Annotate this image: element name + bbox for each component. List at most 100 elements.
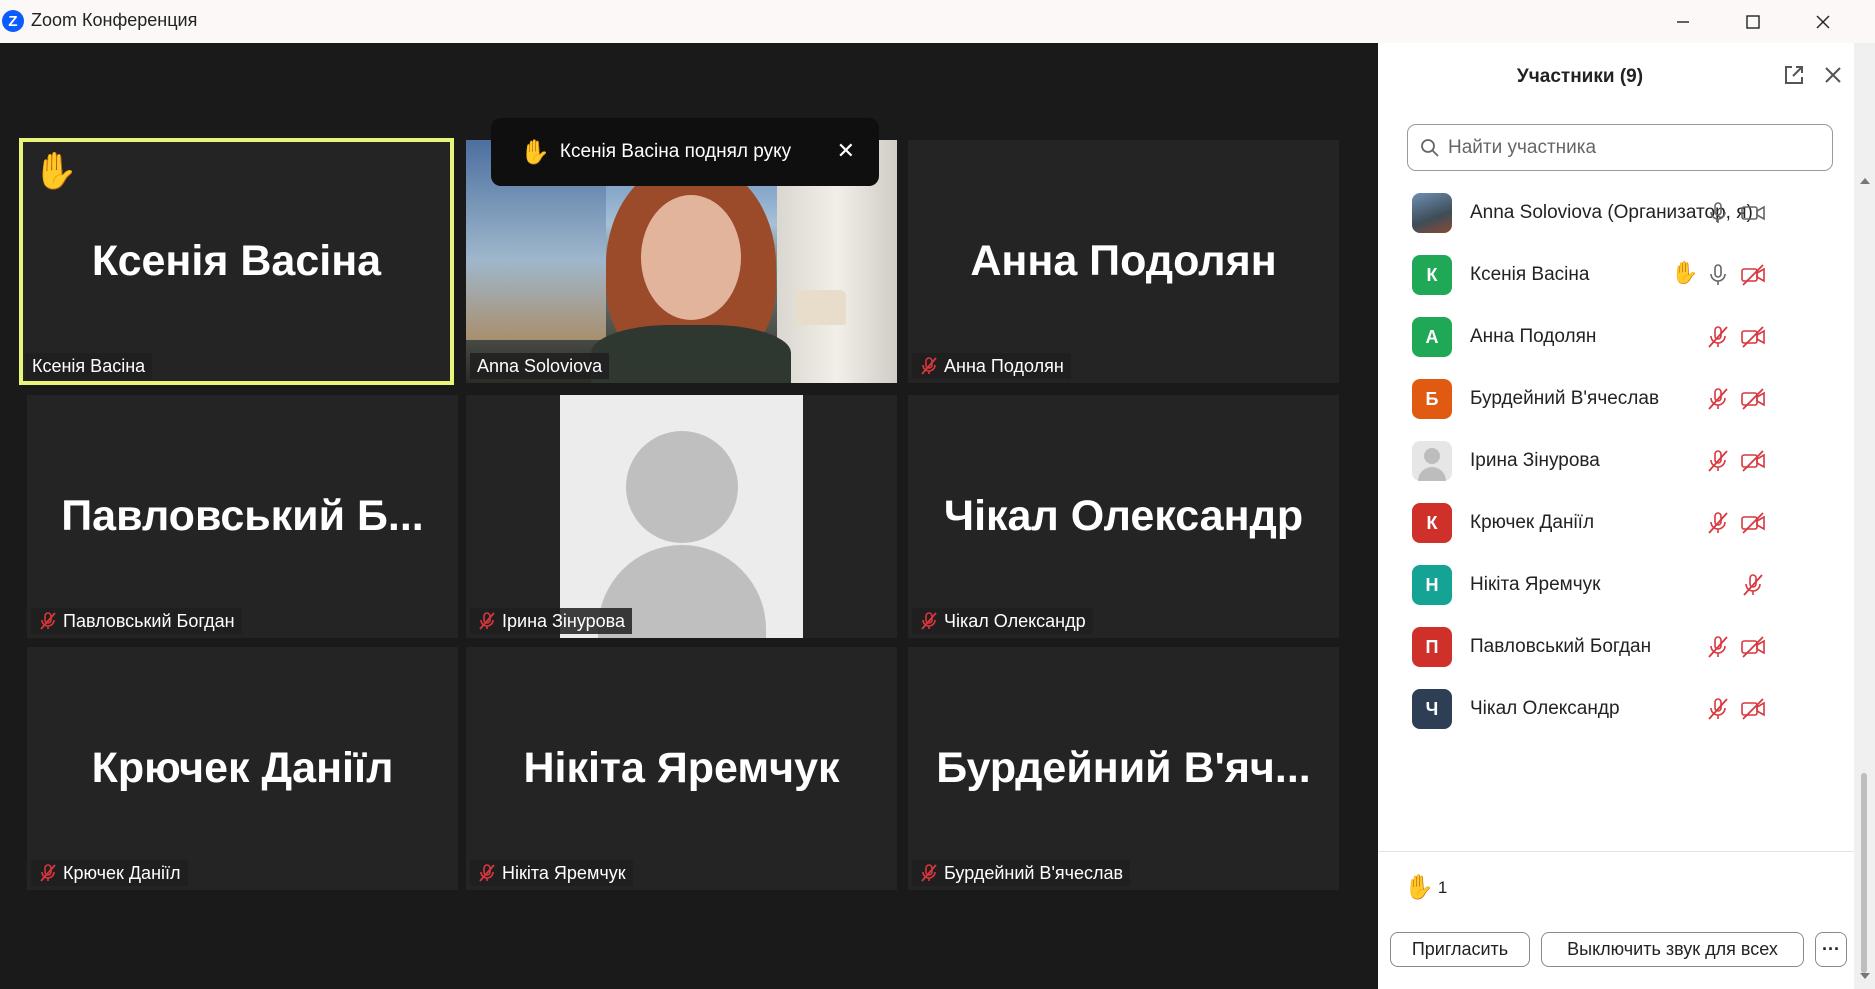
camera-off-icon[interactable] [1740,634,1766,660]
tile-label-text: Чікал Олександр [944,610,1086,631]
scrollbar[interactable] [1854,43,1875,989]
video-tile[interactable]: Ірина Зінурова [466,395,897,638]
camera-off-icon[interactable] [1740,510,1766,536]
tile-label-text: Ксенія Васіна [32,355,146,376]
video-tile[interactable]: Чікал Олександр Чікал Олександр [908,395,1339,638]
camera-icon[interactable] [1740,200,1766,226]
tile-name-label: Нікіта Яремчук [470,860,633,886]
participant-name: Бурдейний В'ячеслав [1470,388,1660,409]
participant-row[interactable]: К Ксенія Васіна ✋ [1378,244,1854,306]
tile-name-label: Павловський Богдан [31,608,242,634]
participant-list: Anna Soloviova (Организатор, я) К Ксенія… [1378,182,1854,740]
mic-icon[interactable] [1705,200,1731,226]
raised-hands-counter[interactable]: ✋ 1 [1404,873,1447,902]
participant-row[interactable]: Ч Чікал Олександр [1378,678,1854,740]
camera-off-icon[interactable] [1740,324,1766,350]
mic-muted-icon[interactable] [1705,696,1731,722]
avatar [1412,193,1452,233]
tile-label-text: Бурдейний В'ячеслав [944,862,1124,883]
tile-name-label: Крючек Даніїл [31,860,188,886]
search-box [1407,124,1833,171]
close-icon [1825,67,1841,83]
mic-muted-icon[interactable] [1705,448,1731,474]
video-tile[interactable]: Нікіта Яремчук Нікіта Яремчук [466,647,897,890]
avatar: К [1412,503,1452,543]
participant-row[interactable]: Н Нікіта Яремчук [1378,554,1854,616]
panel-title: Участники (9) [1516,66,1644,87]
video-tile[interactable]: Крючек Даніїл Крючек Даніїл [27,647,458,890]
camera-off-icon[interactable] [1740,696,1766,722]
mic-muted-icon[interactable] [1705,634,1731,660]
avatar: Б [1412,379,1452,419]
tile-big-name: Крючек Даніїл [91,744,394,792]
video-tile[interactable]: Бурдейний В'яч... Бурдейний В'ячеслав [908,647,1339,890]
window-title: Zoom Конференция [31,10,198,30]
raise-hand-notification: ✋ Ксенія Васіна поднял руку ✕ [491,118,879,186]
participant-row[interactable]: А Анна Подолян [1378,306,1854,368]
zoom-window: Z Zoom Конференция ✋ Ксенія Васіна Ксені… [0,0,1875,989]
video-tile[interactable]: Павловський Б... Павловський Богдан [27,395,458,638]
avatar [1412,441,1452,481]
close-panel-button[interactable] [1821,63,1845,87]
notification-text: Ксенія Васіна поднял руку [559,141,792,162]
maximize-button[interactable] [1718,0,1788,43]
tile-name-label: Бурдейний В'ячеслав [912,860,1131,886]
scrollbar-thumb[interactable] [1861,773,1867,973]
mute-all-button[interactable]: Выключить звук для всех [1541,932,1804,967]
popout-icon [1785,66,1803,84]
participant-name: Нікіта Яремчук [1470,574,1601,595]
participant-name: Анна Подолян [1470,326,1597,347]
video-tile[interactable]: ✋ Ксенія Васіна Ксенія Васіна [19,138,454,385]
raised-hand-icon: ✋ [1671,260,1699,285]
mic-muted-icon[interactable] [1705,386,1731,412]
notification-close-button[interactable]: ✕ [837,138,855,164]
tile-big-name: Чікал Олександр [943,492,1304,540]
mic-muted-icon [921,864,937,882]
mic-muted-icon [40,864,56,882]
tile-big-name: Анна Подолян [970,237,1277,285]
mic-muted-icon [40,612,56,630]
camera-off-icon[interactable] [1740,448,1766,474]
mic-muted-icon[interactable] [1740,572,1766,598]
tile-label-text: Anna Soloviova [477,355,603,376]
participant-row[interactable]: Б Бурдейний В'ячеслав [1378,368,1854,430]
tile-label-text: Крючек Даніїл [63,862,181,883]
minimize-button[interactable] [1648,0,1718,43]
raised-hands-count: 1 [1437,877,1448,897]
participant-row[interactable]: К Крючек Даніїл [1378,492,1854,554]
participant-row[interactable]: Anna Soloviova (Организатор, я) [1378,182,1854,244]
participant-name: Ксенія Васіна [1470,264,1590,285]
popout-button[interactable] [1782,63,1806,87]
avatar: К [1412,255,1452,295]
mic-muted-icon[interactable] [1705,324,1731,350]
raised-hand-icon: ✋ [1404,874,1434,901]
tile-big-name: Ксенія Васіна [91,237,382,285]
title-bar: Z Zoom Конференция [0,0,1875,43]
close-window-button[interactable] [1788,0,1858,43]
scroll-down-arrow-icon[interactable] [1860,973,1870,979]
mic-icon[interactable] [1705,262,1731,288]
camera-off-icon[interactable] [1740,262,1766,288]
avatar: А [1412,317,1452,357]
tile-label-text: Павловський Богдан [63,610,235,631]
camera-off-icon[interactable] [1740,386,1766,412]
participant-row[interactable]: П Павловський Богдан [1378,616,1854,678]
scroll-up-arrow-icon[interactable] [1860,178,1870,184]
mic-muted-icon [921,612,937,630]
more-options-button[interactable]: ··· [1815,932,1847,967]
mic-muted-icon [921,357,937,375]
mic-muted-icon[interactable] [1705,510,1731,536]
invite-button[interactable]: Пригласить [1390,932,1530,967]
participant-name: Ірина Зінурова [1470,450,1600,471]
avatar: П [1412,627,1452,667]
participants-panel: Участники (9) Anna Soloviova (Организато… [1378,43,1854,989]
tile-name-label: Ірина Зінурова [470,608,633,634]
participant-row[interactable]: Ірина Зінурова [1378,430,1854,492]
video-gallery: ✋ Ксенія Васіна Ксенія Васіна Anna Solov… [0,43,1378,989]
video-tile[interactable]: Анна Подолян Анна Подолян [908,140,1339,383]
tile-label-text: Нікіта Яремчук [502,862,626,883]
search-input[interactable] [1448,136,1808,159]
avatar: Н [1412,565,1452,605]
close-icon [1816,15,1830,28]
tile-label-text: Ірина Зінурова [502,610,626,631]
